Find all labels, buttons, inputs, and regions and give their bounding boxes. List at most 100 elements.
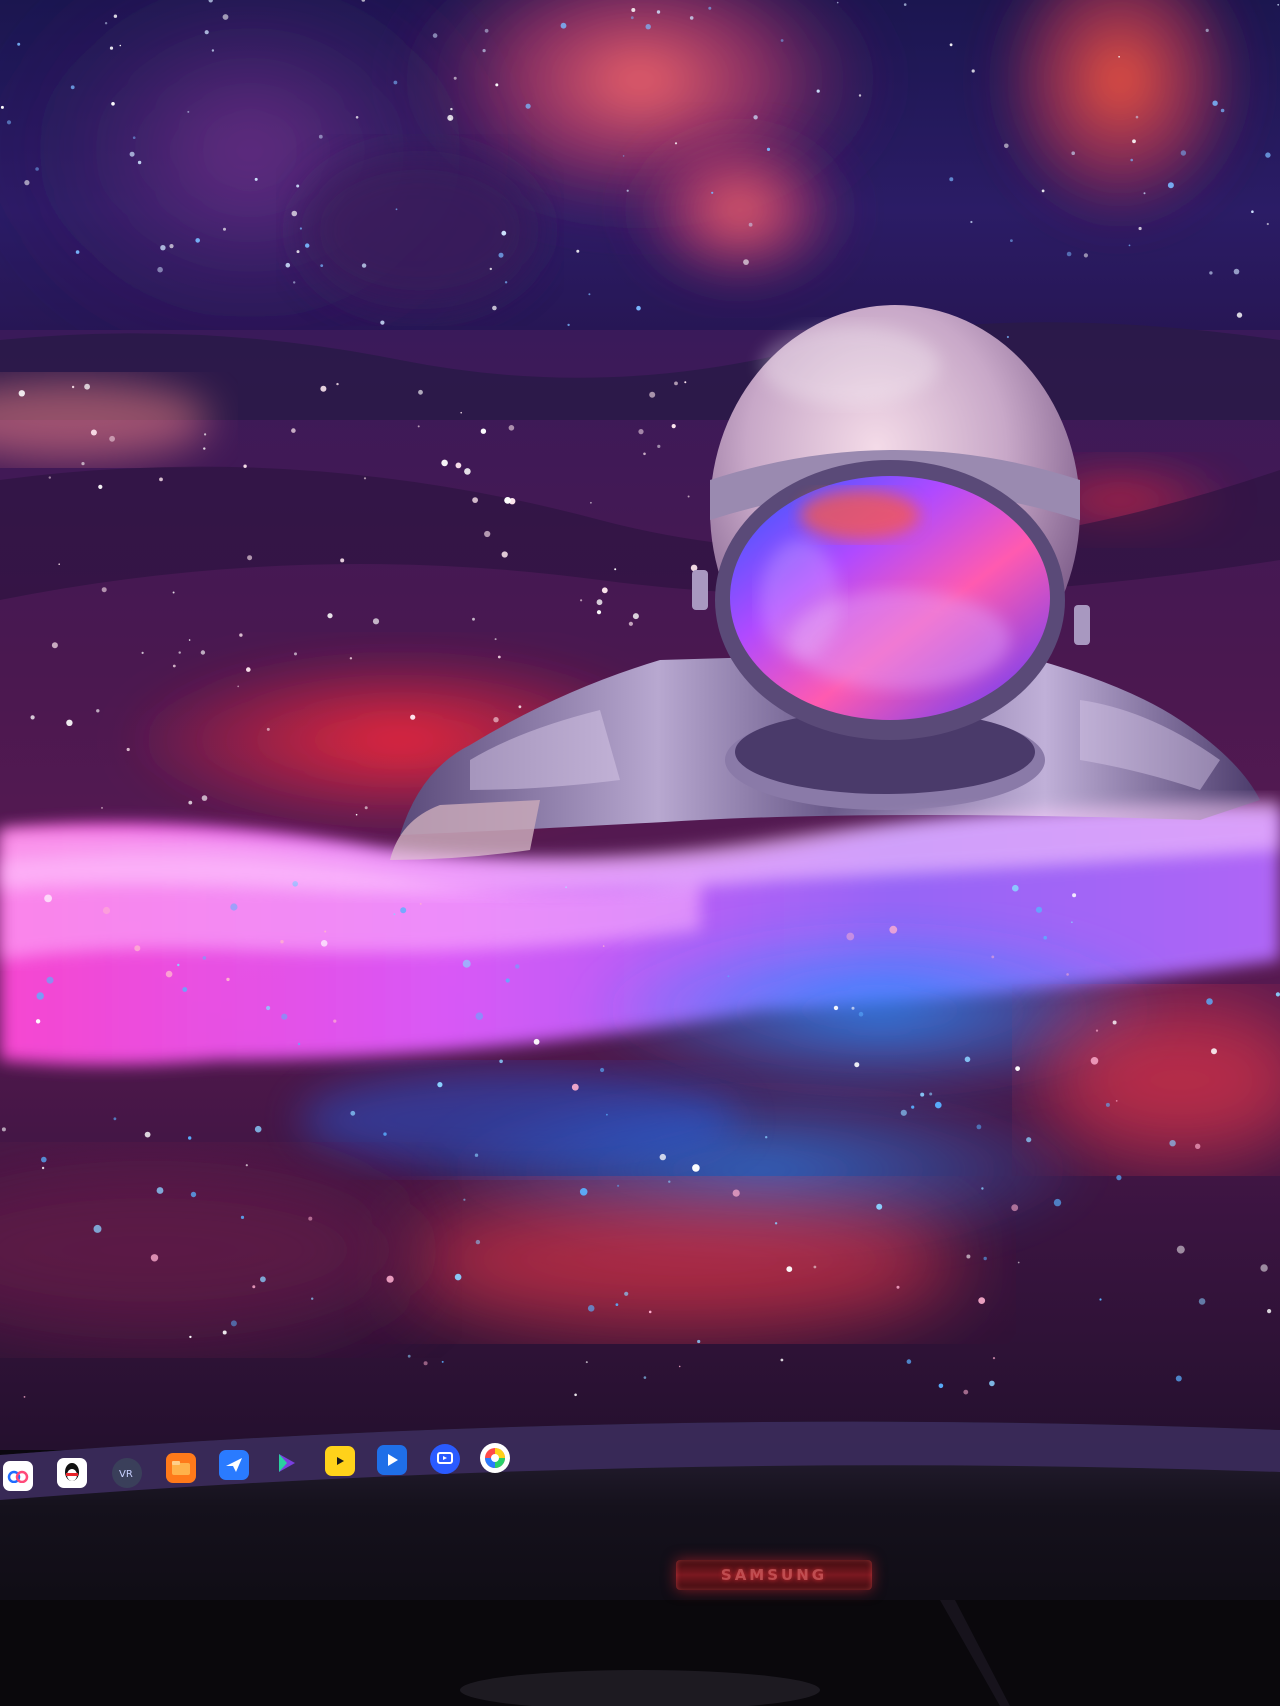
sparkle xyxy=(237,685,240,688)
desktop-photo: VR SAMSUNG xyxy=(0,0,1280,1706)
sparkle xyxy=(260,1276,266,1283)
sparkle xyxy=(222,1330,227,1335)
sparkle xyxy=(657,444,661,448)
sparkle xyxy=(494,638,497,641)
sparkle xyxy=(674,381,678,386)
sparkle xyxy=(765,1136,768,1139)
sparkle xyxy=(989,1380,995,1387)
sparkle xyxy=(98,484,103,489)
sparkle xyxy=(84,383,90,390)
sparkle xyxy=(963,1389,969,1395)
sparkle xyxy=(1143,192,1146,195)
sparkle xyxy=(1198,1298,1206,1305)
sparkle xyxy=(132,136,136,139)
sparkle xyxy=(588,293,591,296)
sparkle xyxy=(361,263,367,268)
sparkle xyxy=(671,424,676,429)
sparkle xyxy=(1176,1245,1185,1254)
sparkle xyxy=(400,907,407,914)
sparkle xyxy=(643,1376,647,1379)
sparkle xyxy=(600,1067,605,1073)
sparkle xyxy=(395,208,398,211)
sparkle xyxy=(204,433,207,436)
sparkle xyxy=(858,94,862,97)
sparkle xyxy=(453,76,457,80)
sparkle xyxy=(463,1198,466,1201)
sparkle xyxy=(18,390,25,397)
sparkle xyxy=(159,477,163,482)
cloud-drive-icon[interactable] xyxy=(3,1461,33,1491)
sparkle xyxy=(240,1215,245,1219)
sparkle xyxy=(1206,998,1213,1005)
sparkle xyxy=(1128,244,1131,247)
sparkle xyxy=(160,245,166,251)
video-player-icon[interactable] xyxy=(325,1446,355,1476)
sparkle xyxy=(134,945,141,952)
sparkle xyxy=(1095,1029,1099,1032)
sparkle xyxy=(280,940,284,944)
sparkle xyxy=(1115,1100,1118,1102)
sparkle xyxy=(188,1136,192,1140)
sparkle xyxy=(455,462,462,469)
sparkle xyxy=(299,227,302,230)
sparkle xyxy=(254,1125,262,1133)
sparkle xyxy=(417,425,420,428)
sparkle xyxy=(24,180,30,186)
orange-folder-icon[interactable] xyxy=(166,1453,196,1483)
game-controller-icon[interactable] xyxy=(272,1448,302,1478)
sparkle xyxy=(102,906,111,915)
sparkle xyxy=(324,930,327,933)
sparkle xyxy=(1041,189,1045,193)
sparkle xyxy=(813,1265,817,1269)
sparkle xyxy=(450,107,453,111)
qq-penguin-icon[interactable] xyxy=(57,1458,87,1488)
sparkle xyxy=(1209,271,1213,275)
sparkle xyxy=(311,1297,314,1300)
screen-share-icon[interactable] xyxy=(430,1444,460,1474)
sparkle xyxy=(929,1092,933,1096)
sparkle xyxy=(1116,1175,1122,1181)
sparkle xyxy=(101,806,103,809)
sparkle xyxy=(1175,1375,1182,1382)
media-play-icon[interactable] xyxy=(377,1445,407,1475)
sparkle xyxy=(454,1273,462,1281)
sparkle xyxy=(0,105,4,109)
sparkle xyxy=(226,977,230,982)
sparkle xyxy=(462,959,471,968)
sparkle xyxy=(187,110,190,113)
blue-bird-icon[interactable] xyxy=(219,1450,249,1480)
sparkle xyxy=(632,613,639,620)
sparkle xyxy=(1004,143,1009,149)
sparkle xyxy=(101,587,107,593)
sparkle xyxy=(624,1291,629,1296)
sparkle xyxy=(1118,56,1120,58)
sparkle xyxy=(1132,139,1136,144)
sparkle xyxy=(41,1166,45,1170)
sparkle xyxy=(70,85,75,90)
color-wheel-icon[interactable] xyxy=(480,1443,510,1473)
sparkle xyxy=(230,903,238,911)
sparkle xyxy=(1167,182,1174,189)
sparkle xyxy=(1251,210,1254,213)
sparkle xyxy=(386,1275,394,1283)
sparkle xyxy=(172,664,176,668)
sparkle xyxy=(501,551,508,558)
sparkle xyxy=(23,1396,26,1398)
sparkle xyxy=(1043,935,1047,940)
sparkle xyxy=(501,230,507,236)
sparkle xyxy=(380,320,385,325)
vr-app-icon[interactable]: VR xyxy=(112,1458,142,1488)
sparkle xyxy=(141,651,144,655)
sparkle xyxy=(858,1011,864,1017)
sparkle xyxy=(525,103,531,109)
sparkle xyxy=(489,267,492,271)
sparkle xyxy=(6,120,12,125)
sparkle xyxy=(1012,884,1019,892)
sparkle xyxy=(692,1164,700,1172)
sparkle xyxy=(1275,992,1280,997)
sparkle xyxy=(697,1339,701,1344)
sparkle xyxy=(1066,973,1069,976)
sparkle xyxy=(340,558,345,563)
sparkle xyxy=(119,44,122,47)
sparkle xyxy=(169,244,174,249)
